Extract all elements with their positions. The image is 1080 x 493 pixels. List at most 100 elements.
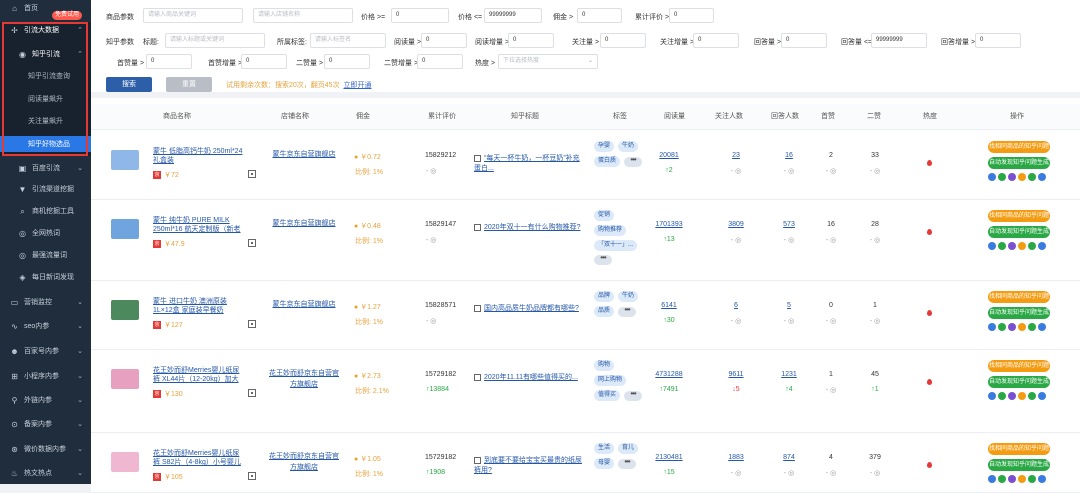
copy-icon[interactable] xyxy=(1028,392,1036,400)
shop-name-link[interactable]: 蒙牛京东自营旗舰店 xyxy=(268,218,340,229)
wechat-icon[interactable] xyxy=(998,392,1006,400)
answer-input[interactable]: 0 xyxy=(781,33,827,48)
find-same-questions-button[interactable]: 找相同商品的知乎问题 xyxy=(988,141,1050,153)
more-icon[interactable]: ••• xyxy=(624,156,643,167)
first-like-input[interactable]: 0 xyxy=(146,54,192,69)
sidebar-item-traffic-words[interactable]: ◎ 最强流量词 xyxy=(0,247,91,263)
qrcode-icon[interactable] xyxy=(474,304,481,312)
answer-inc-input[interactable]: 0 xyxy=(975,33,1021,48)
sidebar-item-marketing[interactable]: ▭ 营销监控 ⌄ xyxy=(0,294,91,310)
reset-button[interactable]: 重置 xyxy=(166,77,212,92)
sidebar-item-new-words[interactable]: ◈ 每日新词发现 xyxy=(0,269,91,285)
shop-name-link[interactable]: 花王妙而舒京东自营官方旗舰店 xyxy=(268,368,340,390)
answer-count[interactable]: 16 xyxy=(769,152,809,159)
auto-generate-button[interactable]: 自动发现知乎问题生成 xyxy=(988,307,1050,319)
read-count[interactable]: 20081 xyxy=(649,152,689,159)
sidebar-item-weijia[interactable]: ⊛ 微价数据内参 ⌄ xyxy=(0,441,91,457)
follow-count[interactable]: 6 xyxy=(716,302,756,309)
tag[interactable]: 孕婴 xyxy=(594,141,615,152)
second-like-input[interactable]: 0 xyxy=(324,54,370,69)
product-name-link[interactable]: 花王妙而舒Merries婴儿纸尿裤 S82片（4-8kg）小号婴儿尿不湿（日..… xyxy=(153,449,243,467)
heat-select[interactable]: 下拉选择热度 xyxy=(498,54,598,69)
follow-count[interactable]: 23 xyxy=(716,152,756,159)
link-icon[interactable] xyxy=(1038,392,1046,400)
read-input[interactable]: 0 xyxy=(421,33,467,48)
col-follow[interactable]: 关注人数 xyxy=(715,104,743,130)
share-icon[interactable] xyxy=(988,323,996,331)
commission-input[interactable]: 0 xyxy=(577,8,622,23)
col-answer[interactable]: 回答人数 xyxy=(771,104,799,130)
copy-icon[interactable] xyxy=(1028,475,1036,483)
qrcode-icon[interactable] xyxy=(248,320,256,328)
share-icon[interactable] xyxy=(988,173,996,181)
tag[interactable]: 品牌 xyxy=(594,291,615,302)
price-min-input[interactable]: 0 xyxy=(391,8,449,23)
product-image[interactable] xyxy=(111,452,139,472)
search-button[interactable]: 搜索 xyxy=(106,77,152,92)
product-image[interactable] xyxy=(111,300,139,320)
tag[interactable]: 促销 xyxy=(594,210,615,221)
product-name-link[interactable]: 蒙牛 低脂高钙牛奶 250ml*24 礼盒装 xyxy=(153,147,243,165)
shop-name-link[interactable]: 蒙牛京东自营旗舰店 xyxy=(268,299,340,310)
weibo-icon[interactable] xyxy=(1008,242,1016,250)
weibo-icon[interactable] xyxy=(1008,173,1016,181)
copy-icon[interactable] xyxy=(1028,242,1036,250)
find-same-questions-button[interactable]: 找相同商品的知乎问题 xyxy=(988,443,1050,455)
zhihu-title-link[interactable]: “每天一杯牛奶，一杯豆奶”补充蛋白... xyxy=(474,154,584,174)
product-image[interactable] xyxy=(111,369,139,389)
follow-count[interactable]: 1883 xyxy=(716,454,756,461)
auto-generate-button[interactable]: 自动发现知乎问题生成 xyxy=(988,376,1050,388)
wechat-icon[interactable] xyxy=(998,173,1006,181)
product-keyword-input[interactable]: 请输入商品关键词 xyxy=(143,8,243,23)
sidebar-item-baijia[interactable]: ☻ 百家号内参 ⌄ xyxy=(0,343,91,359)
weibo-icon[interactable] xyxy=(1008,475,1016,483)
auto-generate-button[interactable]: 自动发现知乎问题生成 xyxy=(988,226,1050,238)
col-read[interactable]: 阅读量 xyxy=(664,104,685,130)
col-second[interactable]: 二赞 xyxy=(867,104,881,130)
tag[interactable]: 蛋白质 xyxy=(594,156,621,167)
read-count[interactable]: 6141 xyxy=(649,302,689,309)
auto-generate-button[interactable]: 自动发现知乎问题生成 xyxy=(988,157,1050,169)
read-count[interactable]: 4731288 xyxy=(649,371,689,378)
shop-name-input[interactable]: 请输入店铺名称 xyxy=(253,8,353,23)
answer-count[interactable]: 1231 xyxy=(769,371,809,378)
second-inc-input[interactable]: 0 xyxy=(417,54,463,69)
price-max-input[interactable]: 99999999 xyxy=(484,8,542,23)
product-name-link[interactable]: 花王妙而舒Merries婴儿纸尿裤 XL44片（12-20kg）加大号尿不湿（.… xyxy=(153,366,243,384)
wechat-icon[interactable] xyxy=(998,475,1006,483)
tag[interactable]: 「双十一」... xyxy=(594,240,638,251)
link-icon[interactable] xyxy=(1038,242,1046,250)
find-same-questions-button[interactable]: 找相同商品的知乎问题 xyxy=(988,360,1050,372)
title-input[interactable]: 请输入标题或关键词 xyxy=(165,33,265,48)
col-first[interactable]: 首赞 xyxy=(821,104,835,130)
zhihu-title-link[interactable]: 到底要不要给宝宝买最贵的纸尿裤用? xyxy=(474,456,584,476)
sidebar-item-beian[interactable]: ⊙ 备案内参 ⌄ xyxy=(0,416,91,432)
product-name-link[interactable]: 蒙牛 进口牛奶 澳洲原装 1L×12盒 家庭装早餐奶 xyxy=(153,297,243,315)
star-icon[interactable] xyxy=(1018,173,1026,181)
more-icon[interactable]: ••• xyxy=(594,254,612,265)
tag[interactable]: 母婴 xyxy=(594,458,615,469)
zhihu-title-link[interactable]: 2020年双十一有什么购物推荐? xyxy=(474,223,584,233)
col-heat[interactable]: 热度 xyxy=(923,104,937,130)
find-same-questions-button[interactable]: 找相同商品的知乎问题 xyxy=(988,291,1050,303)
follow-input[interactable]: 0 xyxy=(600,33,646,48)
read-count[interactable]: 2130481 xyxy=(649,454,689,461)
share-icon[interactable] xyxy=(988,242,996,250)
read-inc-input[interactable]: 0 xyxy=(508,33,554,48)
more-icon[interactable]: ••• xyxy=(624,390,643,401)
weibo-icon[interactable] xyxy=(1008,392,1016,400)
link-icon[interactable] xyxy=(1038,323,1046,331)
shop-name-link[interactable]: 蒙牛京东自营旗舰店 xyxy=(268,149,340,160)
col-cum-review[interactable]: 累计评价 xyxy=(428,104,456,130)
tag-input[interactable]: 请输入标签名 xyxy=(310,33,386,48)
tag[interactable]: 生活 xyxy=(594,443,615,454)
qrcode-icon[interactable] xyxy=(474,154,481,162)
follow-count[interactable]: 3809 xyxy=(716,221,756,228)
product-image[interactable] xyxy=(111,150,139,170)
star-icon[interactable] xyxy=(1018,475,1026,483)
star-icon[interactable] xyxy=(1018,323,1026,331)
answer-count[interactable]: 5 xyxy=(769,302,809,309)
find-same-questions-button[interactable]: 找相同商品的知乎问题 xyxy=(988,210,1050,222)
link-icon[interactable] xyxy=(1038,173,1046,181)
sidebar-item-miniprogram[interactable]: ⊞ 小程序内参 ⌄ xyxy=(0,368,91,384)
